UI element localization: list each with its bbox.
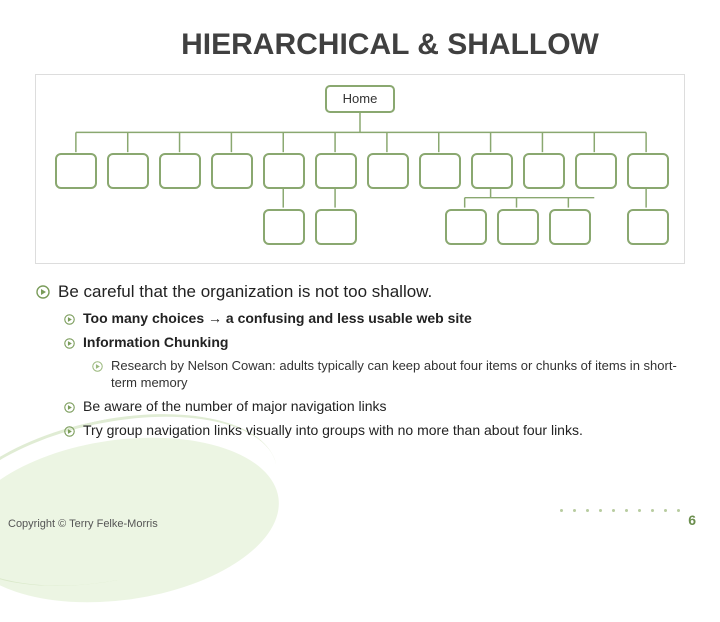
node xyxy=(315,153,357,189)
bullet-level2: Be aware of the number of major navigati… xyxy=(64,398,684,416)
bullet-text: Too many choices → a confusing and less … xyxy=(83,310,472,326)
bullet-text: Be aware of the number of major navigati… xyxy=(83,398,387,414)
dot-decor xyxy=(560,509,680,512)
content-area: Be careful that the organization is not … xyxy=(0,264,720,440)
slide: HIERARCHICAL & SHALLOW Home xyxy=(0,0,720,540)
slide-title: HIERARCHICAL & SHALLOW xyxy=(0,0,720,74)
bullet-level2: Information Chunking xyxy=(64,334,684,352)
node xyxy=(523,153,565,189)
node xyxy=(263,153,305,189)
home-node: Home xyxy=(325,85,395,113)
bullet-level3: Research by Nelson Cowan: adults typical… xyxy=(92,358,684,392)
bullet-level2: Try group navigation links visually into… xyxy=(64,422,684,440)
bullet-icon xyxy=(64,424,75,440)
text-fragment: Too many choices xyxy=(83,310,208,326)
bullet-level2: Too many choices → a confusing and less … xyxy=(64,310,684,328)
bullet-level1: Be careful that the organization is not … xyxy=(36,282,684,304)
node xyxy=(419,153,461,189)
node xyxy=(627,209,669,245)
arrow-icon: → xyxy=(208,310,222,326)
bullet-icon xyxy=(64,336,75,352)
node xyxy=(471,153,513,189)
node xyxy=(367,153,409,189)
bullet-icon xyxy=(92,360,103,377)
hierarchy-diagram: Home xyxy=(35,74,685,264)
bullet-text: Be careful that the organization is not … xyxy=(58,282,432,302)
node xyxy=(549,209,591,245)
node xyxy=(159,153,201,189)
node xyxy=(627,153,669,189)
node xyxy=(575,153,617,189)
node xyxy=(55,153,97,189)
bullet-icon xyxy=(64,312,75,328)
bullet-text: Research by Nelson Cowan: adults typical… xyxy=(111,358,684,392)
node xyxy=(263,209,305,245)
bullet-text: Try group navigation links visually into… xyxy=(83,422,583,438)
node xyxy=(497,209,539,245)
copyright-footer: Copyright © Terry Felke-Morris xyxy=(8,518,158,530)
node xyxy=(445,209,487,245)
node xyxy=(107,153,149,189)
bullet-icon xyxy=(64,400,75,416)
bullet-icon xyxy=(36,284,50,304)
bullet-text: Information Chunking xyxy=(83,334,228,350)
text-fragment: a confusing and less usable web site xyxy=(222,310,472,326)
page-number: 6 xyxy=(688,512,696,528)
node xyxy=(211,153,253,189)
node xyxy=(315,209,357,245)
